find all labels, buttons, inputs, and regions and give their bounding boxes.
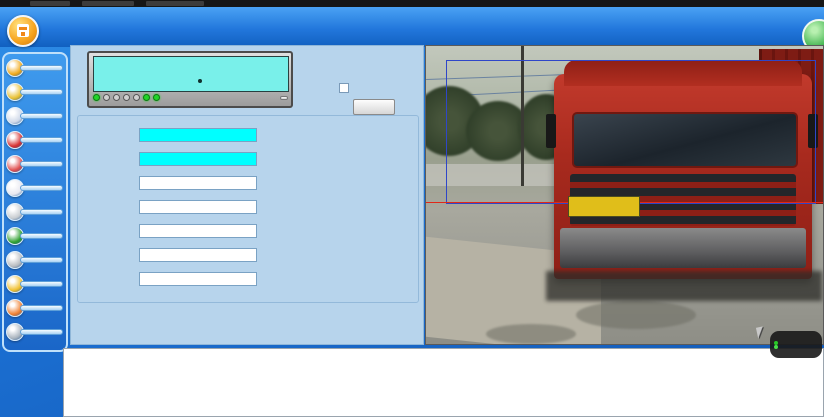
background-taskbar-strip — [0, 0, 824, 7]
background-window-fragment — [82, 1, 134, 6]
app-logo-icon — [7, 15, 39, 47]
form-input[interactable] — [139, 272, 257, 286]
sidebar-item-11[interactable] — [6, 299, 63, 316]
form-row — [80, 272, 258, 286]
led-indicator — [102, 94, 110, 101]
form-row — [80, 224, 258, 238]
led-indicator — [132, 94, 140, 101]
detection-rectangle — [446, 60, 816, 204]
sidebar-item-12[interactable] — [6, 323, 63, 340]
form-row — [80, 176, 258, 190]
app-header — [0, 7, 824, 47]
sidebar-item-label — [20, 185, 63, 191]
sidebar-item-label — [20, 137, 63, 143]
sidebar-item-10[interactable] — [6, 275, 63, 292]
sidebar-item-label — [20, 329, 63, 335]
network-speed-widget[interactable] — [770, 331, 822, 358]
led-weight-display — [87, 51, 293, 108]
led-indicator-dot — [113, 94, 120, 101]
sidebar-item-label — [20, 305, 63, 311]
weighbridge-app-window — [0, 0, 824, 417]
led-indicator — [92, 94, 100, 101]
led-indicator — [112, 94, 120, 101]
form-row — [80, 128, 258, 142]
form-input[interactable] — [139, 224, 257, 238]
form-row — [80, 152, 258, 166]
sidebar-item-label — [20, 281, 63, 287]
sidebar-item-1[interactable] — [6, 59, 63, 76]
truck-bumper — [560, 228, 806, 268]
led-indicator-row — [92, 91, 288, 104]
sidebar-item-9[interactable] — [6, 251, 63, 268]
sidebar-item-label — [20, 257, 63, 263]
led-indicator-dot — [103, 94, 110, 101]
led-indicator-dot — [123, 94, 130, 101]
sidebar-item-label — [20, 113, 63, 119]
sidebar-item-label — [20, 65, 63, 71]
sidebar-item-4[interactable] — [6, 131, 63, 148]
checkbox-icon[interactable] — [339, 83, 349, 93]
led-indicator-dot — [93, 94, 100, 101]
led-indicator — [152, 94, 160, 101]
close-infrared-checkbox[interactable] — [339, 83, 353, 93]
led-indicator-dot — [133, 94, 140, 101]
form-row — [80, 248, 258, 262]
stable-dot-indicator — [198, 79, 202, 83]
led-indicator-dot — [143, 94, 150, 101]
form-input[interactable] — [139, 152, 257, 166]
form-input[interactable] — [139, 176, 257, 190]
sidebar-item-5[interactable] — [6, 155, 63, 172]
form-input[interactable] — [139, 248, 257, 262]
truck-shadow — [546, 271, 822, 301]
comm-settings-button[interactable] — [280, 96, 288, 100]
sidebar-item-3[interactable] — [6, 107, 63, 124]
form-input[interactable] — [139, 128, 257, 142]
sidebar-item-label — [20, 89, 63, 95]
license-plate — [568, 196, 640, 217]
led-indicator — [122, 94, 130, 101]
sidebar-item-7[interactable] — [6, 203, 63, 220]
ground-stain — [486, 324, 576, 344]
camera-panel — [425, 45, 824, 345]
background-window-fragment — [146, 1, 204, 6]
sidebar-item-label — [20, 209, 63, 215]
weighing-form — [77, 115, 419, 303]
sidebar-item-8[interactable] — [6, 227, 63, 244]
sidebar-menu — [2, 52, 68, 352]
retail-button[interactable] — [353, 99, 395, 115]
sidebar-item-2[interactable] — [6, 83, 63, 100]
records-table — [63, 348, 824, 417]
form-input[interactable] — [139, 200, 257, 214]
sidebar-item-6[interactable] — [6, 179, 63, 196]
form-row — [80, 200, 258, 214]
background-window-fragment — [30, 1, 70, 6]
led-indicator — [142, 94, 150, 101]
led-screen — [93, 56, 289, 92]
weighing-panel — [70, 45, 424, 345]
led-indicator-dot — [153, 94, 160, 101]
ground-stain — [576, 301, 696, 329]
sidebar-item-label — [20, 161, 63, 167]
sidebar-item-label — [20, 233, 63, 239]
